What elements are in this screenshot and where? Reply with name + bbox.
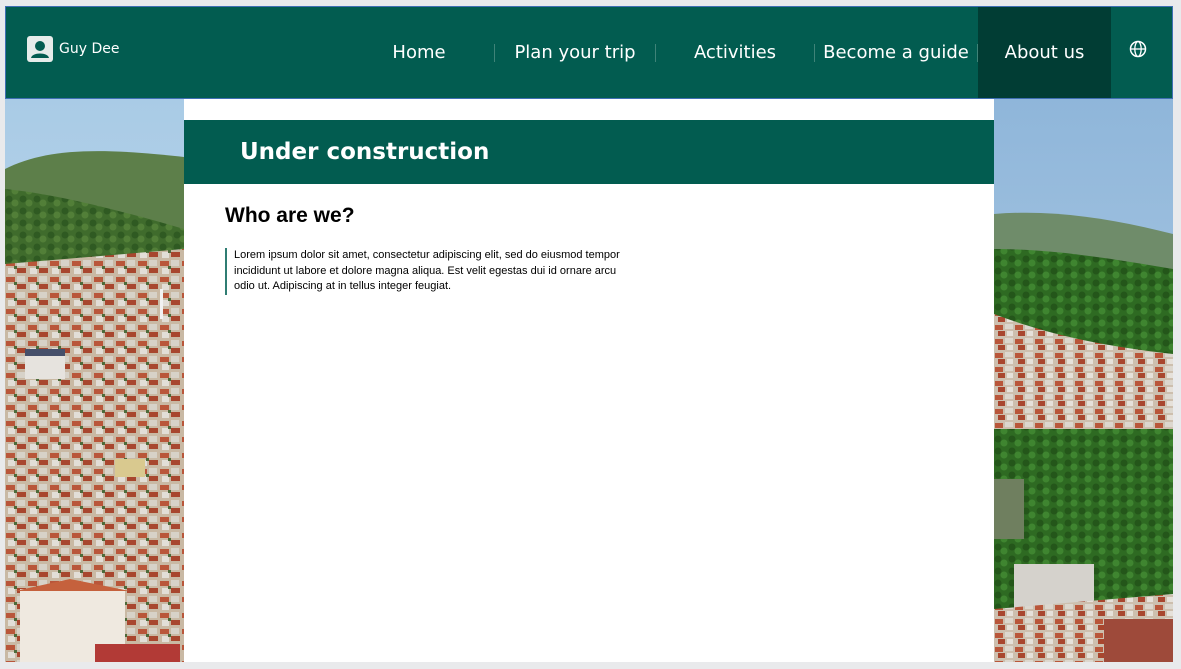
navbar: Guy Dee Home Plan your trip Activities B… [5, 6, 1173, 99]
user-name: Guy Dee [59, 41, 120, 57]
city-landscape-image [5, 99, 184, 662]
section-title: Who are we? [225, 204, 355, 227]
city-photo-right [994, 99, 1173, 662]
nav-menu: Home Plan your trip Activities Become a … [344, 7, 1111, 98]
section-description: Lorem ipsum dolor sit amet, consectetur … [225, 248, 635, 295]
city-landscape-image [994, 99, 1173, 662]
user-avatar-icon [27, 36, 53, 62]
globe-icon[interactable] [1129, 40, 1147, 58]
nav-item-plan-your-trip[interactable]: Plan your trip [495, 7, 655, 98]
app-frame: Guy Dee Home Plan your trip Activities B… [5, 6, 1173, 662]
nav-item-become-a-guide[interactable]: Become a guide [815, 7, 977, 98]
nav-item-about-us[interactable]: About us [978, 7, 1111, 98]
construction-banner: Under construction [184, 120, 994, 184]
banner-title: Under construction [240, 139, 490, 165]
nav-item-home[interactable]: Home [344, 7, 494, 98]
nav-item-activities[interactable]: Activities [656, 7, 814, 98]
city-photo-left [5, 99, 184, 662]
user-profile[interactable]: Guy Dee [27, 36, 119, 62]
main-content: Under construction Who are we? Lorem ips… [184, 99, 994, 662]
